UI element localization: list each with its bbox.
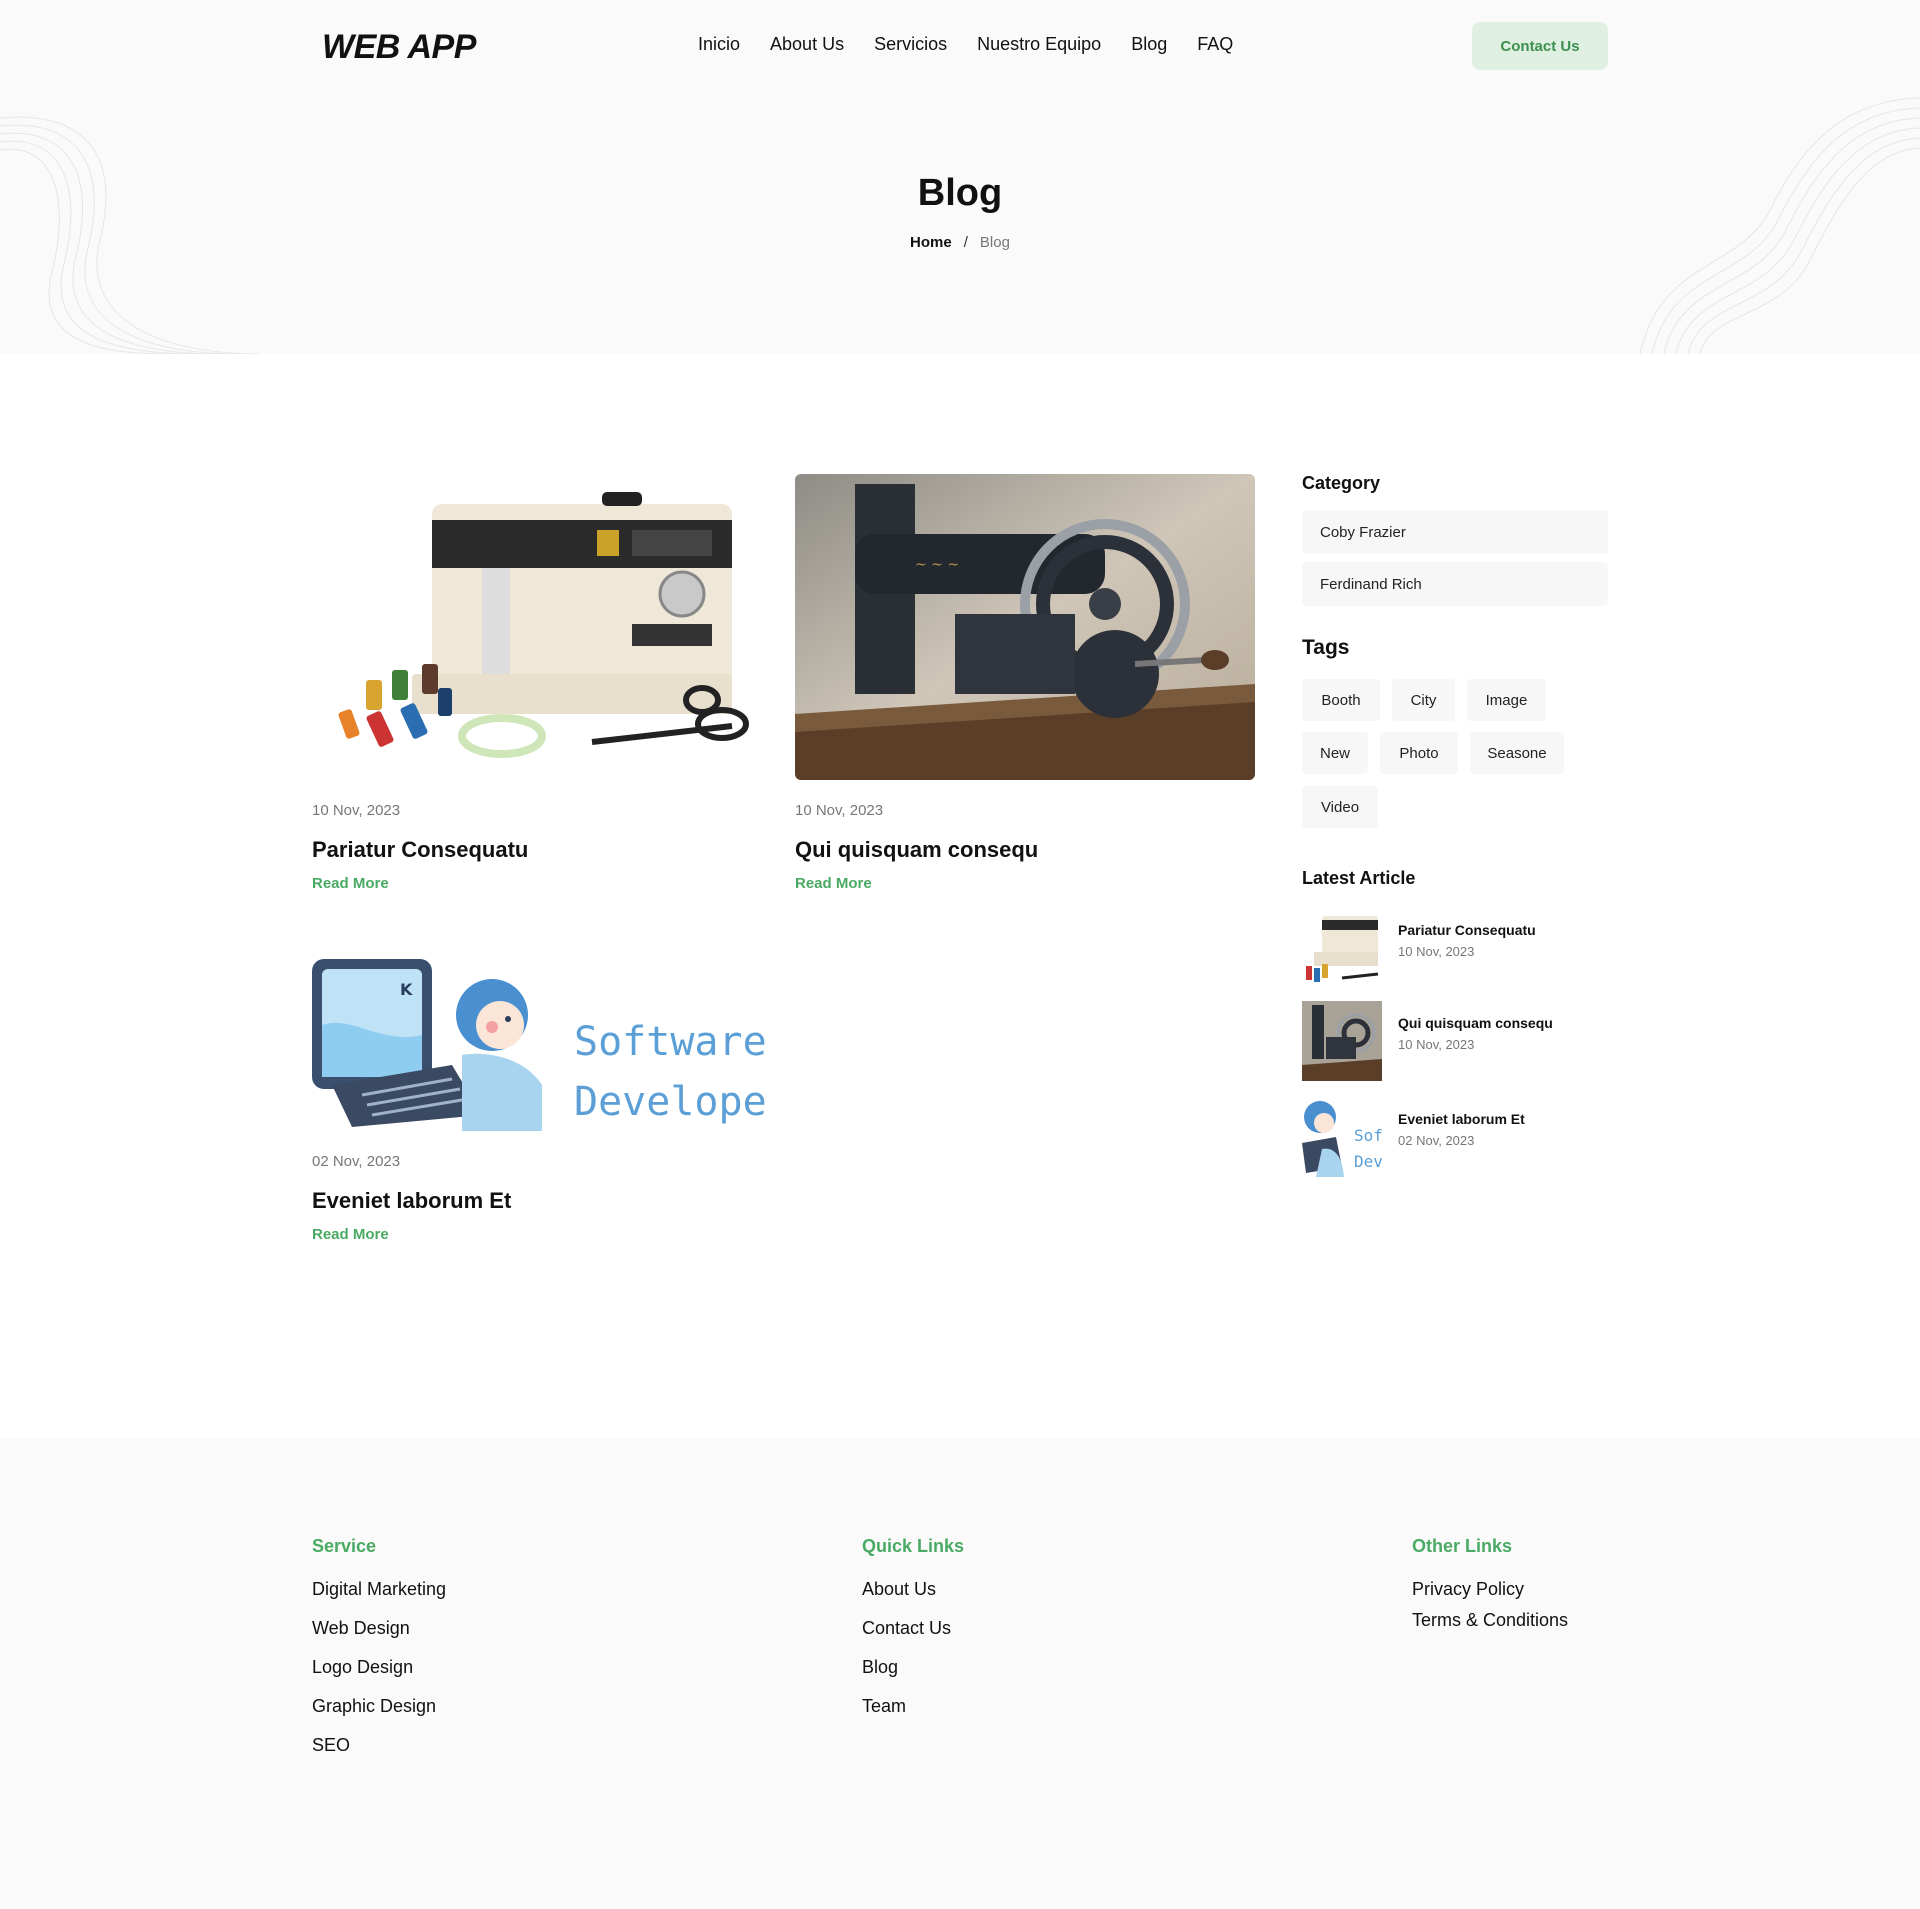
latest-article-thumb bbox=[1302, 908, 1382, 988]
post-image[interactable]: ~ ~ ~ bbox=[795, 474, 1255, 780]
main-nav: Inicio About Us Servicios Nuestro Equipo… bbox=[698, 34, 1233, 55]
footer-link[interactable]: Digital Marketing bbox=[312, 1579, 446, 1600]
nav-item-about-us[interactable]: About Us bbox=[770, 34, 844, 55]
tag-new[interactable]: New bbox=[1302, 732, 1368, 774]
latest-article-title[interactable]: Pariatur Consequatu bbox=[1398, 922, 1536, 938]
footer-link[interactable]: Blog bbox=[862, 1657, 964, 1678]
latest-article-item[interactable]: Qui quisquam consequ 10 Nov, 2023 bbox=[1302, 1001, 1608, 1081]
thumb-text-dev: Dev bbox=[1354, 1152, 1382, 1171]
blog-post-card: 10 Nov, 2023 Pariatur Consequatu Read Mo… bbox=[312, 474, 772, 892]
read-more-link[interactable]: Read More bbox=[312, 1226, 772, 1243]
page-title: Blog bbox=[917, 172, 1003, 214]
footer-link[interactable]: SEO bbox=[312, 1735, 446, 1756]
site-logo[interactable]: WEB APP bbox=[322, 28, 476, 67]
tag-seasone[interactable]: Seasone bbox=[1470, 732, 1564, 774]
tags-heading: Tags bbox=[1302, 636, 1350, 659]
latest-article-date: 02 Nov, 2023 bbox=[1398, 1133, 1475, 1148]
nav-item-servicios[interactable]: Servicios bbox=[874, 34, 947, 55]
category-item[interactable]: Coby Frazier bbox=[1302, 510, 1608, 554]
footer-other-links-column: Other Links Privacy Policy Terms & Condi… bbox=[1412, 1536, 1568, 1641]
footer-service-column: Service Digital Marketing Web Design Log… bbox=[312, 1536, 446, 1774]
footer-link[interactable]: Terms & Conditions bbox=[1412, 1610, 1568, 1631]
latest-article-date: 10 Nov, 2023 bbox=[1398, 1037, 1475, 1052]
nav-item-faq[interactable]: FAQ bbox=[1197, 34, 1233, 55]
breadcrumb-home[interactable]: Home bbox=[910, 234, 952, 251]
page-header: WEB APP Inicio About Us Servicios Nuestr… bbox=[0, 0, 1920, 354]
footer-link[interactable]: Web Design bbox=[312, 1618, 446, 1639]
blog-post-card: K Software Developer 02 Nov, 2023 Evenie… bbox=[312, 955, 772, 1243]
svg-text:~ ~ ~: ~ ~ ~ bbox=[915, 557, 959, 573]
footer-link[interactable]: Logo Design bbox=[312, 1657, 446, 1678]
read-more-link[interactable]: Read More bbox=[795, 875, 1255, 892]
read-more-link[interactable]: Read More bbox=[312, 875, 772, 892]
image-text-software: Software bbox=[574, 1019, 767, 1065]
category-heading: Category bbox=[1302, 473, 1381, 493]
footer-link[interactable]: About Us bbox=[862, 1579, 964, 1600]
thumb-text-sof: Sof bbox=[1354, 1126, 1382, 1145]
tag-booth[interactable]: Booth bbox=[1302, 679, 1380, 721]
footer-link[interactable]: Contact Us bbox=[862, 1618, 964, 1639]
footer-heading: Service bbox=[312, 1536, 377, 1556]
tag-city[interactable]: City bbox=[1392, 679, 1455, 721]
footer-link[interactable]: Team bbox=[862, 1696, 964, 1717]
post-title[interactable]: Eveniet laborum Et bbox=[312, 1188, 772, 1214]
image-text-developer: Developer bbox=[574, 1079, 772, 1125]
breadcrumb: Home / Blog bbox=[0, 234, 1920, 251]
latest-article-heading: Latest Article bbox=[1302, 868, 1416, 888]
post-image[interactable]: K Software Developer bbox=[312, 955, 772, 1131]
screen-letter: K bbox=[400, 980, 413, 999]
footer-link[interactable]: Graphic Design bbox=[312, 1696, 446, 1717]
footer-heading: Other Links bbox=[1412, 1536, 1513, 1556]
breadcrumb-current: Blog bbox=[979, 234, 1010, 251]
footer-heading: Quick Links bbox=[862, 1536, 965, 1556]
software-developer-illustration: K Software Developer bbox=[312, 955, 772, 1131]
nav-item-inicio[interactable]: Inicio bbox=[698, 34, 740, 55]
nav-item-blog[interactable]: Blog bbox=[1131, 34, 1167, 55]
post-title[interactable]: Pariatur Consequatu bbox=[312, 837, 772, 863]
contact-us-button[interactable]: Contact Us bbox=[1472, 22, 1608, 70]
footer-quick-links-column: Quick Links About Us Contact Us Blog Tea… bbox=[862, 1536, 964, 1735]
breadcrumb-separator: / bbox=[963, 234, 968, 251]
latest-article-title[interactable]: Qui quisquam consequ bbox=[1398, 1015, 1553, 1031]
post-image[interactable] bbox=[312, 474, 772, 780]
latest-article-date: 10 Nov, 2023 bbox=[1398, 944, 1475, 959]
footer-link[interactable]: Privacy Policy bbox=[1412, 1579, 1568, 1600]
nav-item-nuestro-equipo[interactable]: Nuestro Equipo bbox=[977, 34, 1101, 55]
latest-article-item[interactable]: Pariatur Consequatu 10 Nov, 2023 bbox=[1302, 908, 1608, 988]
sewing-machine-vintage-image: ~ ~ ~ bbox=[795, 474, 1255, 780]
latest-article-item[interactable]: Sof Dev Eveniet laborum Et 02 Nov, 2023 bbox=[1302, 1097, 1608, 1177]
latest-article-title[interactable]: Eveniet laborum Et bbox=[1398, 1111, 1525, 1127]
sewing-machine-white-image bbox=[312, 474, 772, 780]
post-date: 02 Nov, 2023 bbox=[312, 1153, 401, 1170]
post-date: 10 Nov, 2023 bbox=[312, 802, 401, 819]
latest-article-thumb bbox=[1302, 1001, 1382, 1081]
latest-article-thumb: Sof Dev bbox=[1302, 1097, 1382, 1177]
category-item[interactable]: Ferdinand Rich bbox=[1302, 562, 1608, 606]
tag-video[interactable]: Video bbox=[1302, 786, 1378, 828]
post-title[interactable]: Qui quisquam consequ bbox=[795, 837, 1255, 863]
tag-photo[interactable]: Photo bbox=[1380, 732, 1458, 774]
post-date: 10 Nov, 2023 bbox=[795, 802, 884, 819]
blog-post-card: ~ ~ ~ 10 Nov, 2023 Qui quisquam consequ … bbox=[795, 474, 1255, 892]
tag-image[interactable]: Image bbox=[1467, 679, 1546, 721]
